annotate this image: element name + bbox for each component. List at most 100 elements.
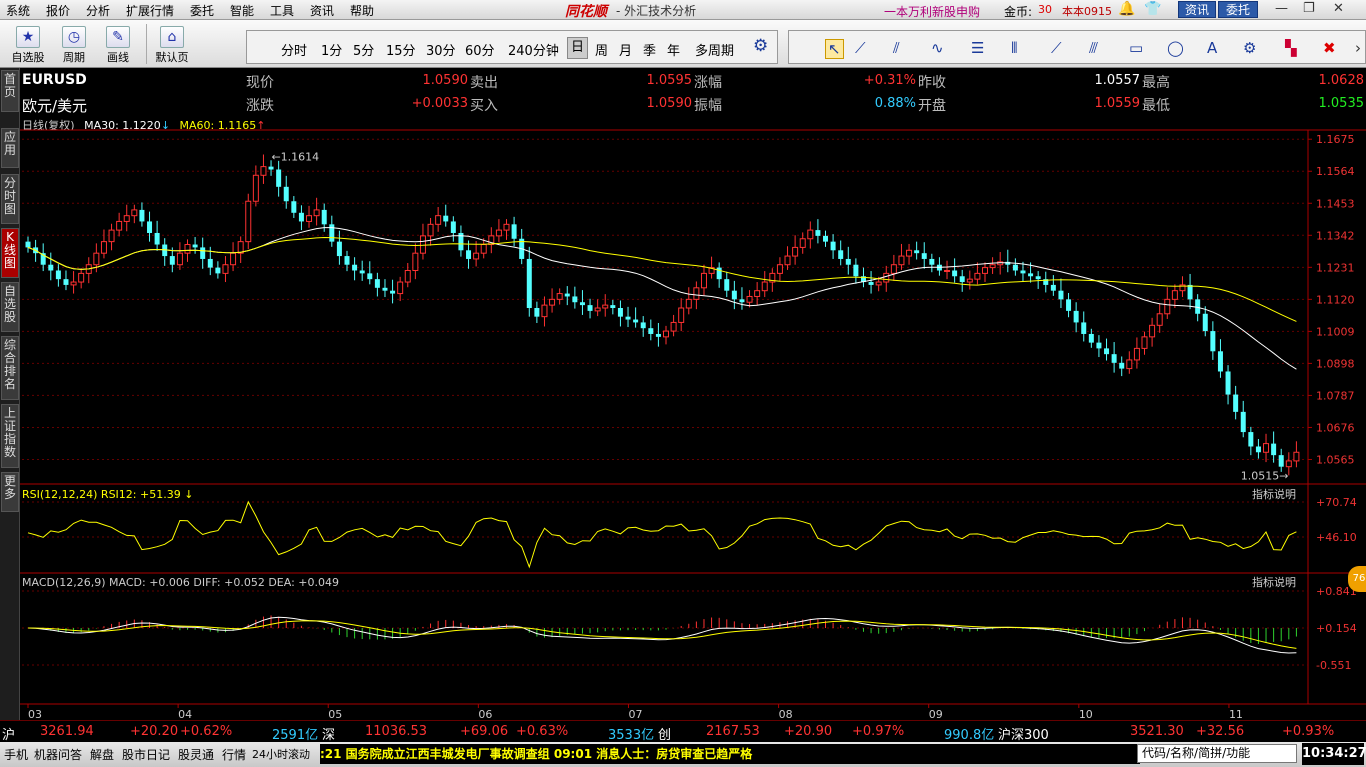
line-tool-icon[interactable]: ⟋ — [855, 39, 866, 57]
candle-body — [914, 250, 920, 254]
period-multi[interactable]: 多周期 — [695, 40, 734, 59]
bell-icon[interactable]: 🔔 — [1118, 1, 1135, 17]
bookmark-icon[interactable]: ▚ — [1285, 39, 1297, 57]
default-page-button[interactable]: ⌂ 默认页 — [150, 24, 194, 66]
sh-value: 3261.94 — [40, 724, 94, 739]
shirt-icon[interactable]: 👕 — [1144, 1, 1161, 17]
trend-tool-icon[interactable]: ⟋ — [1051, 39, 1062, 57]
draw-line-button[interactable]: ✎ 画线 — [96, 24, 140, 66]
delete-icon[interactable]: ✖ — [1323, 39, 1336, 57]
rectangle-tool-icon[interactable]: ▭ — [1129, 39, 1143, 57]
period-60min[interactable]: 60分 — [465, 40, 495, 59]
entrust-button[interactable]: 委托 — [1218, 1, 1258, 18]
y-tick-label: 1.1342 — [1316, 229, 1355, 242]
candle-body — [1104, 348, 1110, 355]
watchlist-button[interactable]: ★ 自选股 — [6, 24, 50, 66]
nav-apps[interactable]: 应用 — [1, 128, 19, 168]
minimize-icon[interactable]: — — [1275, 1, 1288, 16]
stock-pass-link[interactable]: 股灵通 — [178, 746, 214, 763]
ellipse-tool-icon[interactable]: ◯ — [1167, 39, 1184, 57]
menu-extended[interactable]: 扩展行情 — [126, 2, 174, 19]
menu-analysis[interactable]: 分析 — [86, 2, 110, 19]
gear-icon[interactable]: ⚙ — [753, 36, 768, 56]
nav-ranking[interactable]: 综合排名 — [1, 336, 19, 400]
candle-body — [1225, 371, 1231, 395]
channel-tool-icon[interactable]: ⫻ — [1089, 39, 1098, 57]
y-tick-label: 1.1453 — [1316, 197, 1355, 210]
candle-body — [252, 174, 259, 202]
nav-home[interactable]: 首页 — [1, 70, 19, 112]
version-label[interactable]: 本本0915 — [1062, 3, 1112, 19]
period-week[interactable]: 周 — [595, 40, 608, 59]
candle-body — [838, 250, 844, 259]
quotes-link[interactable]: 行情 — [222, 746, 246, 763]
code-search-input[interactable]: 代码/名称/简拼/功能 — [1137, 744, 1297, 763]
nav-more[interactable]: 更多 — [1, 472, 19, 512]
menu-entrust[interactable]: 委托 — [190, 2, 214, 19]
candle-body — [1088, 333, 1094, 343]
period-240min[interactable]: 240分钟 — [508, 40, 559, 59]
robot-qa-link[interactable]: 机器问答 — [34, 746, 82, 763]
period-quarter[interactable]: 季 — [643, 40, 656, 59]
candle-body — [663, 330, 669, 338]
news-24h-link[interactable]: 24小时滚动 — [252, 746, 310, 762]
restore-icon[interactable]: ❐ — [1303, 1, 1315, 16]
period-month[interactable]: 月 — [619, 40, 632, 59]
candle-body — [374, 279, 380, 288]
news-button[interactable]: 资讯 — [1178, 1, 1216, 18]
candle-body — [640, 322, 646, 329]
fibonacci-icon[interactable]: ☰ — [971, 39, 984, 57]
news-ticker[interactable]: :21 国务院成立江西丰城发电厂事故调查组 09:01 消息人士：房贷审查已趋严… — [320, 744, 1140, 764]
menu-help[interactable]: 帮助 — [350, 2, 374, 19]
candle-body — [1285, 460, 1292, 468]
candle-body — [276, 169, 282, 187]
notification-badge[interactable]: 76 — [1348, 566, 1366, 592]
rsi-line — [27, 500, 1297, 569]
cursor-icon[interactable]: ↖ — [825, 39, 844, 59]
candle-body — [283, 186, 289, 202]
text-tool-icon[interactable]: A — [1207, 39, 1217, 57]
period-button[interactable]: ◷ 周期 — [52, 24, 96, 66]
sz-pct: +0.63% — [516, 724, 569, 739]
candle-body — [116, 220, 123, 231]
period-timeshare[interactable]: 分时 — [281, 40, 307, 59]
stock-diary-link[interactable]: 股市日记 — [122, 746, 170, 763]
period-30min[interactable]: 30分 — [426, 40, 456, 59]
period-year[interactable]: 年 — [667, 40, 680, 59]
menu-smart[interactable]: 智能 — [230, 2, 254, 19]
candle-body — [549, 298, 556, 306]
close-icon[interactable]: ✕ — [1333, 1, 1344, 16]
nav-kline[interactable]: K线图 — [1, 228, 19, 278]
nav-watchlist[interactable]: 自选股 — [1, 282, 19, 332]
candle-body — [147, 221, 153, 233]
menu-info[interactable]: 资讯 — [310, 2, 334, 19]
draw-settings-icon[interactable]: ⚙ — [1243, 39, 1256, 57]
menu-system[interactable]: 系统 — [6, 2, 30, 19]
parallel-tool-icon[interactable]: ⫽ — [893, 39, 900, 57]
candle-body — [1066, 299, 1072, 311]
promo-link[interactable]: 一本万利新股申购 — [884, 3, 980, 20]
candle-body — [700, 272, 707, 289]
period-day[interactable]: 日 — [567, 37, 589, 59]
candle-body — [184, 244, 191, 254]
x-tick-label: 03 — [28, 708, 42, 720]
wave-tool-icon[interactable]: ∿ — [931, 39, 944, 57]
rsi-tick-label: +46.10 — [1316, 531, 1357, 544]
menu-tools[interactable]: 工具 — [270, 2, 294, 19]
period-15min[interactable]: 15分 — [386, 40, 416, 59]
nav-timeshare[interactable]: 分时图 — [1, 174, 19, 224]
kline-chart-svg[interactable]: 1.1675 1.1564 1.1453 1.1342 1.1231 1.1120 1.10… — [20, 68, 1366, 720]
candle-body — [799, 238, 806, 248]
candle-body — [572, 296, 578, 303]
menu-quote[interactable]: 报价 — [46, 2, 70, 19]
rsi-label: RSI(12,12,24) RSI12: +51.39 ↓ — [22, 488, 193, 501]
period-5min[interactable]: 5分 — [353, 40, 374, 59]
bars-tool-icon[interactable]: ⦀ — [1011, 39, 1018, 57]
mobile-link[interactable]: 手机 — [4, 746, 28, 763]
collapse-icon[interactable]: › — [1355, 39, 1361, 57]
period-1min[interactable]: 1分 — [321, 40, 342, 59]
market-commentary-link[interactable]: 解盘 — [90, 746, 114, 763]
nav-shindex[interactable]: 上证指数 — [1, 404, 19, 468]
y-tick-label: 1.0676 — [1316, 421, 1355, 434]
candle-body — [427, 223, 434, 237]
